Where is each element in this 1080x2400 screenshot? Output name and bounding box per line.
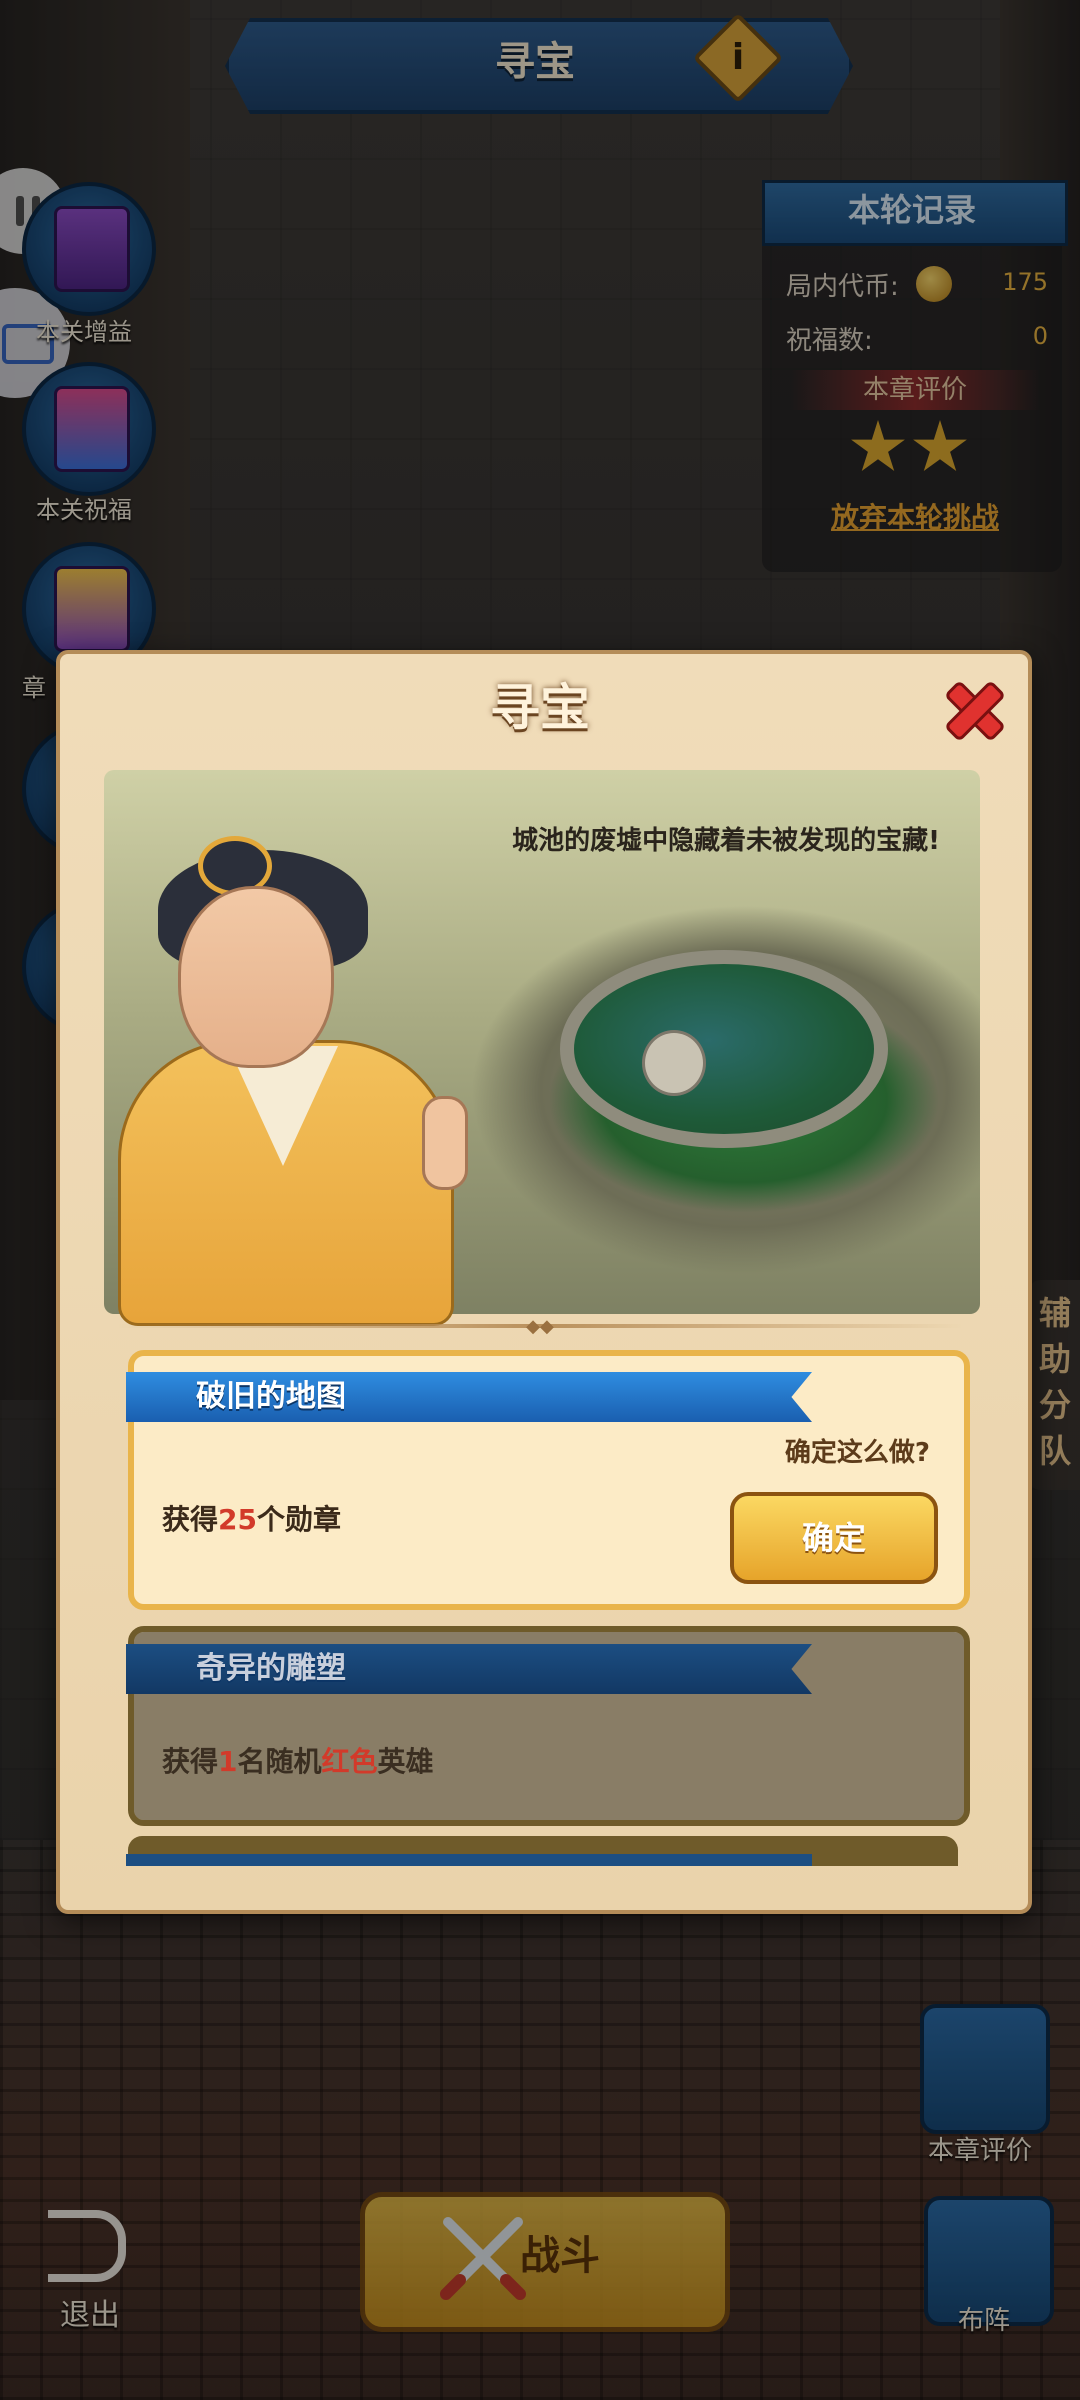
confirm-button-label[interactable]: 确定 bbox=[730, 1492, 938, 1584]
option-ribbon bbox=[126, 1854, 812, 1866]
option-reward: 获得1名随机红色英雄 bbox=[162, 1745, 434, 1778]
character-hand bbox=[422, 1096, 468, 1190]
confirm-question: 确定这么做? bbox=[784, 1438, 930, 1468]
stone-statue bbox=[642, 1030, 706, 1096]
ruins-pool bbox=[560, 950, 888, 1148]
character-face bbox=[178, 886, 334, 1068]
dialog-title: 寻宝 bbox=[490, 679, 590, 737]
option-title: 破旧的地图 bbox=[196, 1379, 346, 1414]
option-title: 奇异的雕塑 bbox=[196, 1651, 346, 1686]
divider-ornament: ◆◆ bbox=[526, 1316, 554, 1337]
option-reward: 获得25个勋章 bbox=[162, 1503, 341, 1536]
scene-caption: 城池的废墟中隐藏着未被发现的宝藏! bbox=[512, 826, 940, 856]
